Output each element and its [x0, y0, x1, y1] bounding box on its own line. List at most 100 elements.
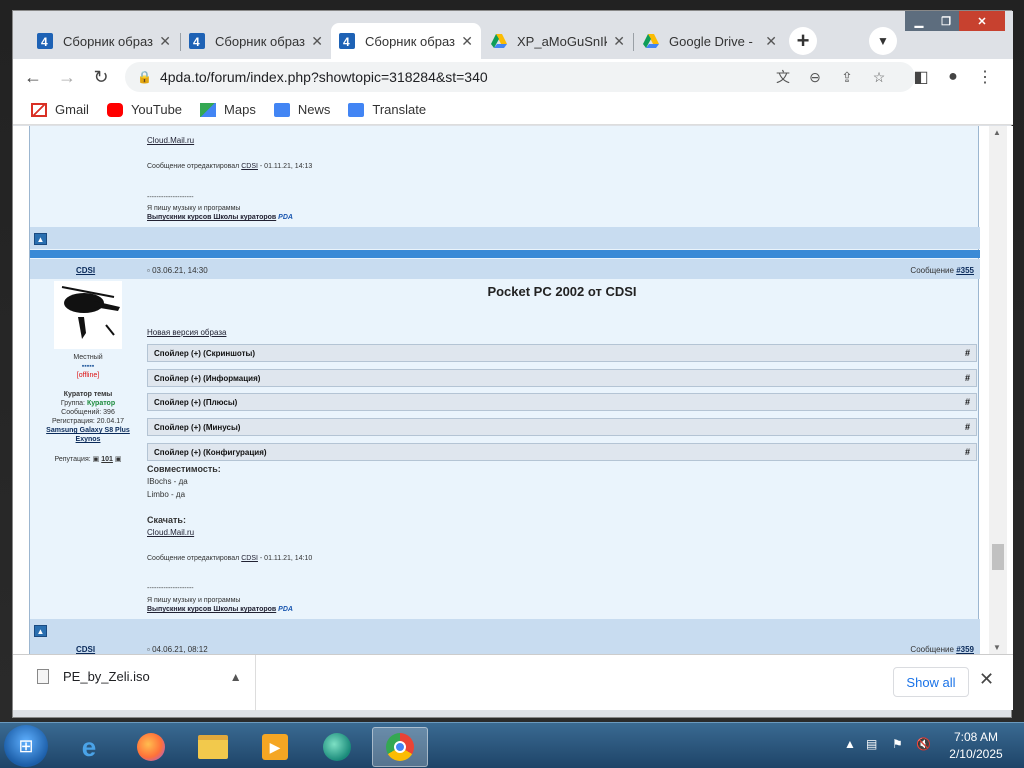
- school-curators-link[interactable]: Выпускник курсов Школы кураторов: [147, 214, 276, 221]
- scrollbar-thumb[interactable]: [992, 544, 1004, 570]
- minimize-button[interactable]: ▁: [905, 11, 933, 31]
- tab-strip: 4 Сборник образ ✕ 4 Сборник образ ✕ 4 Сб…: [13, 11, 1013, 61]
- spoiler-info[interactable]: Спойлер (+) (Информация) #: [147, 369, 977, 387]
- gmail-icon: [31, 102, 47, 117]
- avatar: [54, 281, 122, 349]
- spoiler-pros[interactable]: Спойлер (+) (Плюсы) #: [147, 393, 977, 411]
- compat-ibochs: IBochs - да: [147, 477, 188, 486]
- tab-3-active[interactable]: 4 Сборник образ ✕: [331, 23, 481, 59]
- close-icon[interactable]: ✕: [613, 33, 625, 50]
- up-arrow-icon: ▲: [36, 234, 45, 244]
- minus-rep-icon[interactable]: ▣: [93, 456, 100, 463]
- download-link[interactable]: Cloud.Mail.ru: [147, 136, 194, 145]
- address-bar[interactable]: 🔒 4pda.to/forum/index.php?showtopic=3182…: [125, 62, 915, 92]
- bookmark-translate[interactable]: Translate: [348, 102, 426, 117]
- translate-page-icon[interactable]: 文: [773, 67, 793, 87]
- reload-icon: ↻: [93, 66, 109, 87]
- download-item[interactable]: PE_by_Zeli.iso ▲: [37, 669, 242, 684]
- scroll-top-button[interactable]: ▲: [34, 625, 47, 637]
- post-title: Pocket PC 2002 от CDSI: [487, 284, 637, 299]
- page-scrollbar[interactable]: ▲ ▼: [989, 126, 1007, 654]
- maps-icon: [200, 102, 217, 117]
- close-icon[interactable]: ✕: [979, 669, 994, 690]
- taskbar-ie[interactable]: e: [64, 727, 114, 767]
- close-icon[interactable]: ✕: [461, 33, 473, 50]
- edited-by-link[interactable]: CDSI: [241, 555, 258, 562]
- windows-logo-icon: ⊞: [18, 735, 34, 756]
- show-hidden-icons[interactable]: ▲: [844, 737, 856, 751]
- volume-muted-icon[interactable]: 🔇: [916, 737, 931, 751]
- signature-separator: --------------------: [147, 194, 194, 201]
- tab-search-button[interactable]: ▼: [869, 27, 897, 55]
- close-window-button[interactable]: ✕: [959, 11, 1005, 31]
- taskbar-firefox[interactable]: [126, 727, 176, 767]
- scroll-up-icon[interactable]: ▲: [993, 128, 1001, 137]
- folder-icon: [198, 735, 228, 759]
- close-icon[interactable]: ✕: [765, 33, 777, 50]
- post-author-link[interactable]: CDSI: [76, 645, 95, 654]
- start-button[interactable]: ⊞: [4, 725, 48, 767]
- tab-2[interactable]: 4 Сборник образ ✕: [181, 23, 331, 59]
- scroll-top-button[interactable]: ▲: [34, 233, 47, 245]
- plus-rep-icon[interactable]: ▣: [115, 456, 122, 463]
- tab-title: XP_aMoGuSnIk: [517, 33, 608, 49]
- close-icon[interactable]: ✕: [159, 33, 171, 50]
- bookmark-youtube[interactable]: YouTube: [106, 102, 182, 117]
- side-panel-button[interactable]: ◧: [907, 63, 935, 91]
- 4pda-icon: 4: [189, 33, 205, 49]
- spoiler-cons[interactable]: Спойлер (+) (Минусы) #: [147, 418, 977, 436]
- post-date: ▫ 03.06.21, 14:30: [147, 266, 208, 275]
- post-number-link[interactable]: #355: [956, 266, 974, 275]
- member-device-link[interactable]: Samsung Galaxy S8 Plus Exynos: [34, 426, 142, 444]
- bookmark-news[interactable]: News: [273, 102, 330, 117]
- back-button[interactable]: ←: [19, 63, 47, 91]
- 4pda-icon: 4: [37, 33, 53, 49]
- 4pda-icon: 4: [339, 33, 355, 49]
- new-tab-button[interactable]: +: [789, 27, 817, 55]
- new-version-link[interactable]: Новая версия образа: [147, 328, 226, 337]
- downloads-bar: PE_by_Zeli.iso ▲ Show all ✕: [13, 654, 1013, 711]
- edited-by-link[interactable]: CDSI: [241, 163, 258, 170]
- internet-explorer-icon: e: [81, 731, 97, 762]
- forward-button[interactable]: →: [53, 63, 81, 91]
- spoiler-screenshots[interactable]: Спойлер (+) (Скриншоты) #: [147, 344, 977, 362]
- download-link[interactable]: Cloud.Mail.ru: [147, 528, 194, 537]
- post-author-link[interactable]: CDSI: [76, 266, 95, 275]
- chevron-up-icon[interactable]: ▲: [230, 670, 242, 684]
- system-clock[interactable]: 7:08 AM 2/10/2025: [936, 729, 1016, 763]
- tab-4[interactable]: XP_aMoGuSnIk ✕: [483, 23, 633, 59]
- action-center-flag-icon[interactable]: ⚑: [892, 737, 903, 751]
- taskbar-chrome[interactable]: [372, 727, 428, 767]
- back-arrow-icon: ←: [24, 66, 42, 87]
- bookmark-gmail[interactable]: Gmail: [31, 102, 89, 117]
- browser-window: 4 Сборник образ ✕ 4 Сборник образ ✕ 4 Сб…: [12, 10, 1013, 718]
- chrome-icon: [386, 733, 414, 761]
- profile-button[interactable]: ●: [939, 63, 967, 91]
- bookmark-star-icon[interactable]: ☆: [869, 67, 889, 87]
- online-status: [offline]: [76, 372, 100, 379]
- school-curators-link[interactable]: Выпускник курсов Школы кураторов: [147, 606, 276, 613]
- tab-5[interactable]: Google Drive - ✕: [635, 23, 785, 59]
- reload-button[interactable]: ↻: [87, 63, 115, 91]
- network-icon[interactable]: ▤: [866, 737, 877, 751]
- show-all-button[interactable]: Show all: [893, 667, 969, 697]
- pda-badge: PDA: [278, 214, 293, 221]
- taskbar-explorer[interactable]: [188, 727, 238, 767]
- share-icon[interactable]: ⇪: [837, 67, 857, 87]
- spoiler-config[interactable]: Спойлер (+) (Конфигурация) #: [147, 443, 977, 461]
- zoom-icon[interactable]: ⊖: [805, 67, 825, 87]
- close-icon[interactable]: ✕: [311, 33, 323, 50]
- scroll-down-icon[interactable]: ▼: [993, 643, 1001, 652]
- bookmark-maps[interactable]: Maps: [200, 102, 256, 117]
- tab-title: Сборник образ: [365, 33, 455, 49]
- member-group: Группа: Куратор: [60, 400, 116, 407]
- post-number-link[interactable]: #359: [956, 645, 974, 654]
- reputation-link[interactable]: 101: [101, 456, 113, 463]
- taskbar-media[interactable]: ▶: [250, 727, 300, 767]
- tab-1[interactable]: 4 Сборник образ ✕: [29, 23, 179, 59]
- up-arrow-icon: ▲: [36, 626, 45, 636]
- taskbar-app[interactable]: [312, 727, 362, 767]
- signature-line: Выпускник курсов Школы кураторов PDA: [147, 606, 293, 613]
- menu-button[interactable]: ⋮: [971, 63, 999, 91]
- maximize-button[interactable]: ❐: [933, 11, 959, 31]
